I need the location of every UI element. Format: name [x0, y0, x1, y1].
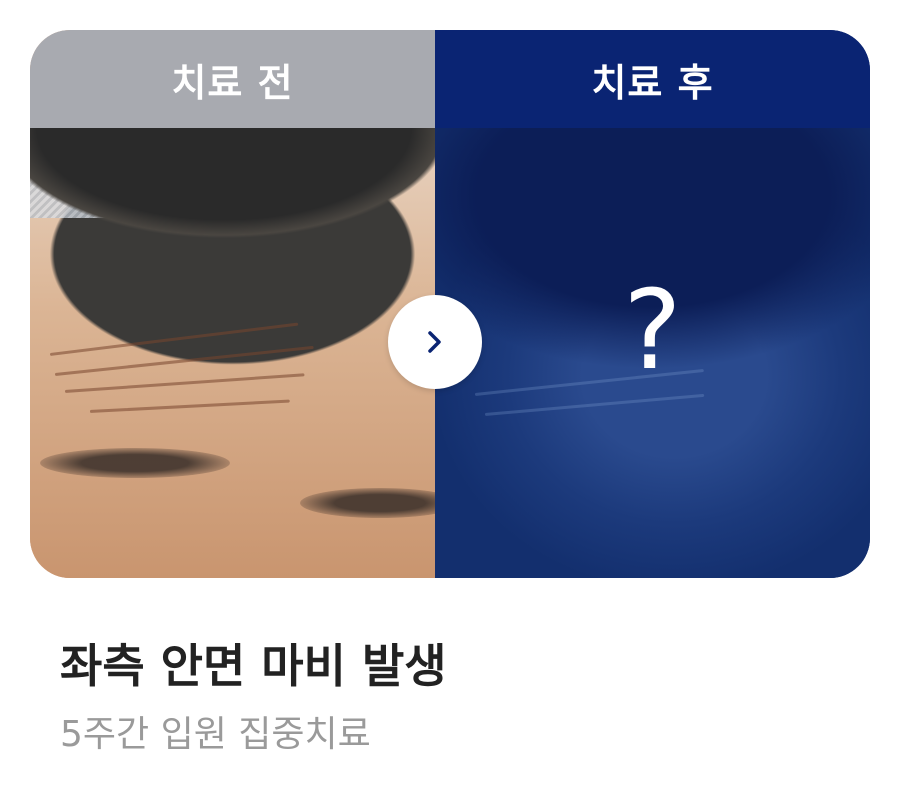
hair — [30, 128, 435, 298]
after-label: 치료 후 — [435, 30, 870, 128]
before-panel: 치료 전 — [30, 30, 435, 578]
after-panel: 치료 후 ? — [435, 30, 870, 578]
question-mark: ? — [623, 266, 682, 394]
left-eyebrow — [40, 448, 230, 478]
right-eyebrow — [300, 488, 435, 518]
forehead-wrinkle — [484, 393, 705, 416]
forehead-wrinkle — [89, 399, 290, 413]
before-label: 치료 전 — [30, 30, 435, 128]
chevron-right-icon — [428, 331, 441, 353]
case-subtitle: 5주간 입원 집중치료 — [60, 714, 371, 755]
before-photo — [30, 128, 435, 578]
next-button[interactable] — [388, 295, 482, 389]
forehead-wrinkle — [64, 373, 305, 393]
case-title: 좌측 안면 마비 발생 — [60, 639, 447, 693]
